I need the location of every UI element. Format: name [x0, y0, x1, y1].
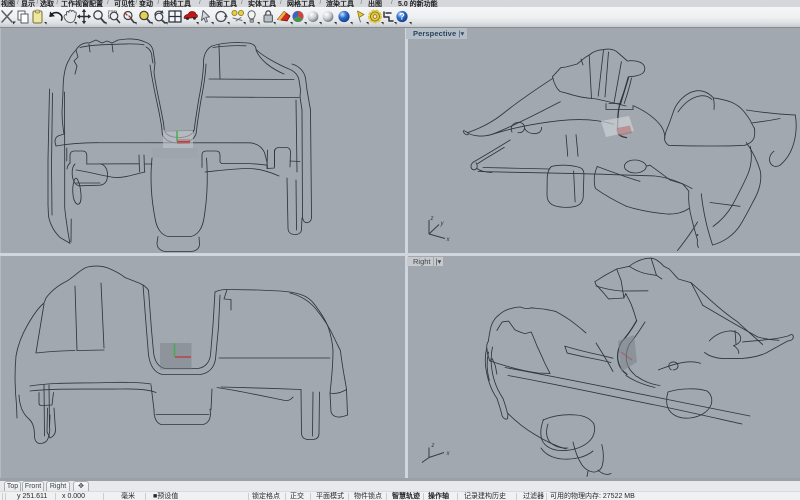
- svg-text:x: x: [446, 237, 451, 243]
- svg-text:x: x: [446, 451, 451, 457]
- svg-text:z: z: [431, 443, 435, 449]
- svg-text:y: y: [440, 221, 445, 227]
- svg-text:?: ?: [399, 12, 405, 22]
- svg-text:z: z: [430, 216, 434, 222]
